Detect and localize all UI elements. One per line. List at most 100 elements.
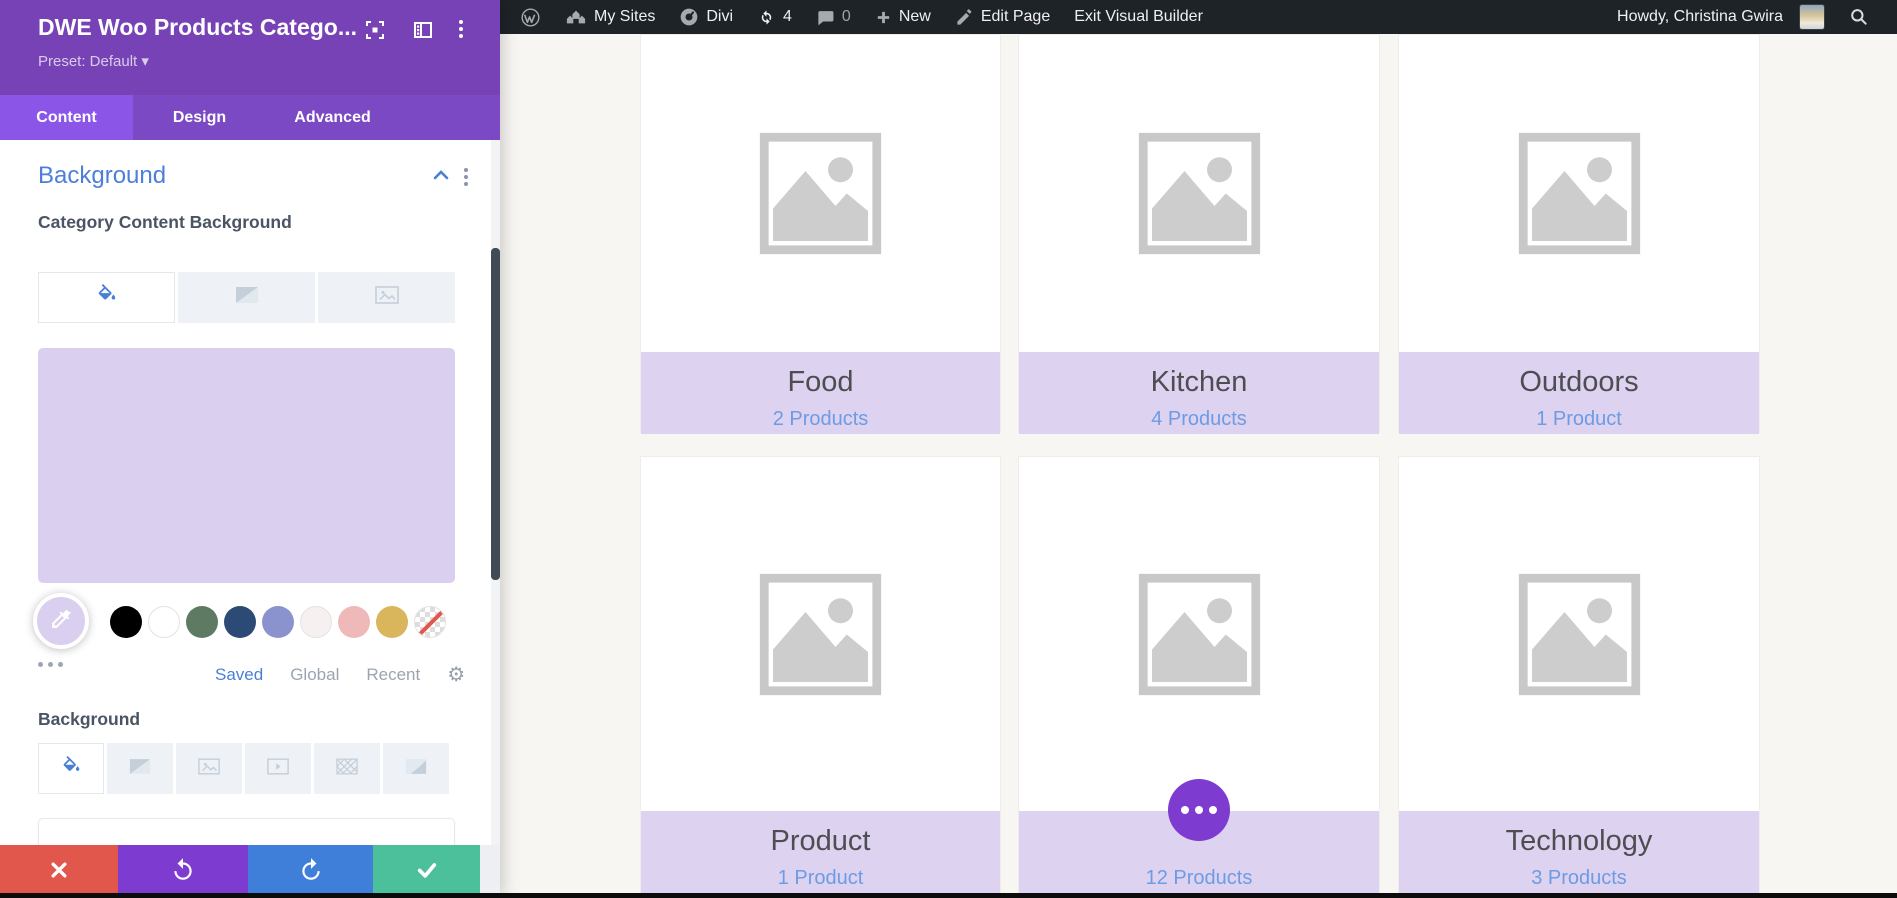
background-section-toggle[interactable]: Background	[38, 162, 166, 190]
wordpress-logo-icon[interactable]	[508, 0, 553, 34]
category-count-link[interactable]: 3 Products	[1531, 867, 1627, 890]
mask-icon	[405, 758, 427, 780]
edit-page-menu[interactable]: Edit Page	[943, 0, 1062, 34]
undo-icon	[170, 857, 196, 883]
gear-icon[interactable]: ⚙	[447, 665, 465, 685]
palette-swatch[interactable]	[376, 606, 408, 638]
palette-swatch[interactable]	[262, 606, 294, 638]
panel-header: DWE Woo Products Catego... Preset: Defau…	[0, 0, 500, 95]
category-count-link[interactable]: 2 Products	[773, 408, 869, 431]
gradient-icon	[129, 758, 151, 780]
category-placeholder-image	[1399, 457, 1759, 811]
action-bar-gutter	[480, 845, 500, 894]
global-colors-link[interactable]: Global	[290, 665, 339, 685]
panel-scrollbar-thumb[interactable]	[491, 248, 500, 580]
updates-count: 4	[783, 8, 792, 26]
category-count-link[interactable]: 4 Products	[1151, 408, 1247, 431]
preset-dropdown[interactable]: Preset: Default ▾	[38, 52, 149, 70]
palette-swatch[interactable]	[338, 606, 370, 638]
category-card[interactable]: Outdoors 1 Product	[1398, 34, 1760, 433]
module-options-button[interactable]	[1168, 779, 1230, 841]
new-menu[interactable]: New	[863, 0, 943, 34]
category-card[interactable]: Product 1 Product	[640, 456, 1001, 893]
divi-menu[interactable]: Divi	[667, 0, 745, 34]
comments-menu[interactable]: 0	[804, 0, 863, 34]
image-icon	[375, 286, 399, 309]
category-name: Outdoors	[1399, 362, 1759, 402]
tab-content[interactable]: Content	[0, 95, 133, 140]
preset-label: Preset: Default	[38, 53, 137, 70]
expand-panel-icon[interactable]	[363, 18, 387, 47]
color-preview-swatch[interactable]	[38, 348, 455, 583]
category-content-background-label: Category Content Background	[38, 210, 318, 235]
bg-pattern-tab[interactable]	[314, 743, 380, 794]
panel-menu-icon[interactable]	[459, 20, 463, 38]
comments-count: 0	[842, 8, 851, 26]
redo-button[interactable]	[248, 845, 373, 894]
panel-layout-icon[interactable]	[411, 18, 435, 47]
category-placeholder-image	[1019, 457, 1379, 811]
gradient-icon	[235, 286, 259, 309]
panel-tabs: Content Design Advanced	[0, 95, 500, 140]
search-icon	[1849, 7, 1869, 27]
category-card[interactable]: Technology 3 Products	[1398, 456, 1760, 893]
category-count-link[interactable]: 12 Products	[1146, 867, 1253, 890]
my-sites-menu[interactable]: My Sites	[553, 0, 667, 34]
new-label: New	[899, 8, 931, 26]
bg-color-tab[interactable]	[38, 743, 104, 794]
howdy-label: Howdy, Christina Gwira	[1617, 8, 1783, 26]
eyedropper-icon	[49, 607, 73, 636]
category-placeholder-image	[641, 457, 1000, 811]
pattern-icon	[336, 758, 358, 780]
undo-button[interactable]	[118, 845, 248, 894]
palette-swatch[interactable]	[224, 606, 256, 638]
saved-colors-link[interactable]: Saved	[215, 665, 263, 685]
category-placeholder-image	[641, 35, 1000, 352]
recent-colors-link[interactable]: Recent	[366, 665, 420, 685]
palette-swatch[interactable]	[300, 606, 332, 638]
save-button[interactable]	[373, 845, 480, 894]
edit-page-label: Edit Page	[981, 8, 1050, 26]
palette-swatch[interactable]	[110, 606, 142, 638]
account-menu[interactable]: Howdy, Christina Gwira	[1605, 0, 1837, 34]
page-canvas: Food 2 Products Kitchen 4 Products Outdo	[500, 0, 1897, 898]
current-color-picker[interactable]	[33, 593, 89, 649]
category-card[interactable]: Food 2 Products	[640, 34, 1001, 433]
updates-menu[interactable]: 4	[745, 0, 804, 34]
updates-icon	[757, 8, 776, 27]
tab-design[interactable]: Design	[133, 95, 266, 140]
exit-visual-builder-button[interactable]: Exit Visual Builder	[1062, 0, 1215, 34]
tab-advanced[interactable]: Advanced	[266, 95, 399, 140]
plus-icon	[875, 9, 892, 26]
background-type-tabs-2	[38, 743, 449, 794]
category-count-link[interactable]: 1 Product	[778, 867, 864, 890]
background-section-menu-icon[interactable]	[464, 168, 468, 186]
category-card[interactable]: 12 Products	[1018, 456, 1380, 893]
my-sites-icon	[565, 7, 587, 27]
palette-swatch[interactable]	[148, 606, 180, 638]
category-card[interactable]: Kitchen 4 Products	[1018, 34, 1380, 433]
more-options-icon[interactable]	[38, 662, 63, 667]
paint-bucket-icon	[61, 756, 82, 782]
check-icon	[416, 859, 438, 881]
bg-gradient-tab[interactable]	[107, 743, 173, 794]
close-icon	[49, 860, 69, 880]
category-count-link[interactable]: 1 Product	[1536, 408, 1622, 431]
palette-swatch-transparent[interactable]	[414, 606, 446, 638]
palette-swatch[interactable]	[186, 606, 218, 638]
bg-image-tab[interactable]	[176, 743, 242, 794]
bg-mask-tab[interactable]	[383, 743, 449, 794]
bg-video-tab[interactable]	[245, 743, 311, 794]
chevron-up-icon[interactable]	[432, 168, 450, 187]
discard-button[interactable]	[0, 845, 118, 894]
category-placeholder-image	[1019, 35, 1379, 352]
bg-color-tab[interactable]	[38, 272, 175, 323]
bg-image-tab[interactable]	[318, 272, 455, 323]
category-name: Kitchen	[1019, 362, 1379, 402]
bg-gradient-tab[interactable]	[178, 272, 315, 323]
exit-visual-builder-label: Exit Visual Builder	[1074, 8, 1203, 26]
background-type-tabs	[38, 272, 455, 323]
background-label: Background	[38, 707, 318, 732]
search-button[interactable]	[1837, 0, 1881, 34]
category-name: Product	[641, 821, 1000, 861]
